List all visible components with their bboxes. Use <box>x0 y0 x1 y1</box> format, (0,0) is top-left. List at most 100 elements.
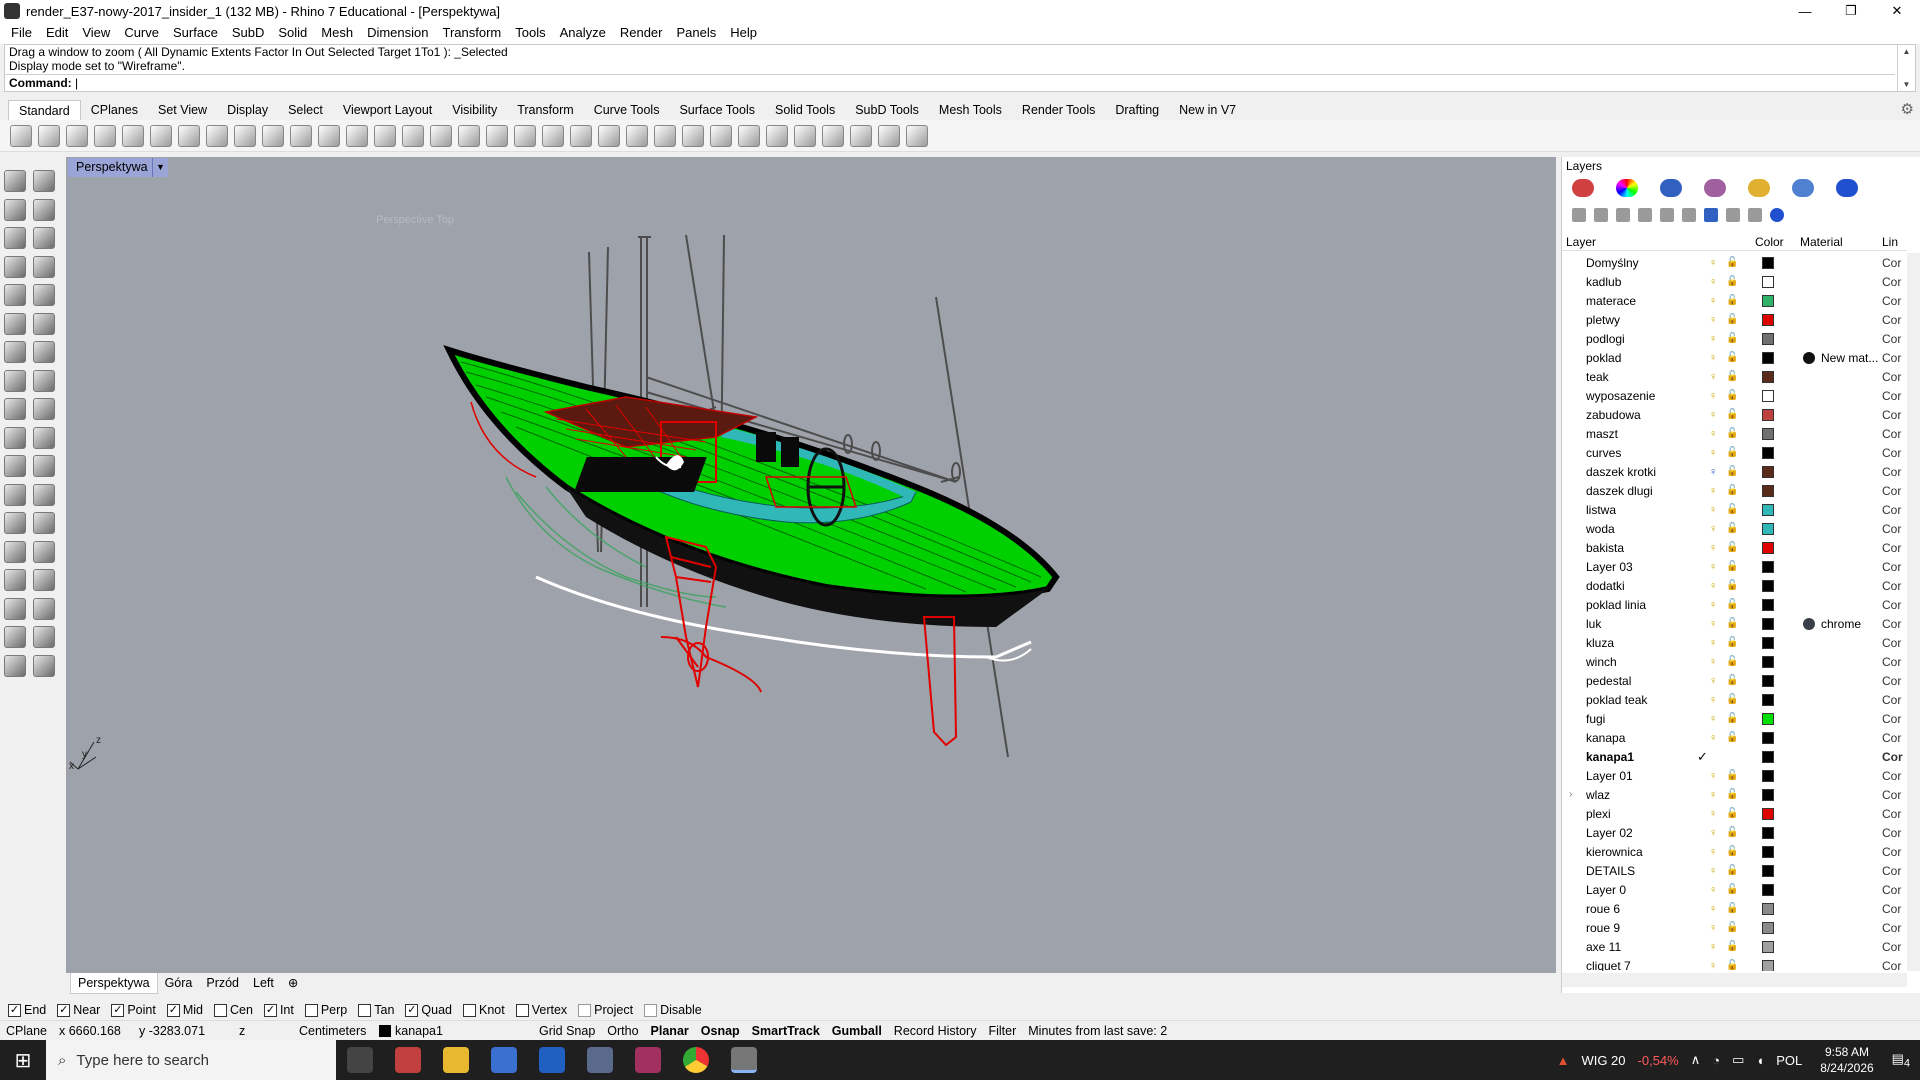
layer-name[interactable]: DETAILS <box>1586 864 1706 878</box>
lock-icon[interactable]: 🔓 <box>1726 694 1738 706</box>
layer-linetype[interactable]: Cor <box>1882 332 1901 346</box>
scroll-up-icon[interactable]: ▲ <box>1903 47 1911 56</box>
layer-linetype[interactable]: Cor <box>1882 370 1901 384</box>
layer-row[interactable]: materace ♀ 🔓 Cor <box>1562 291 1907 310</box>
visibility-bulb-icon[interactable]: ♀ <box>1709 865 1719 877</box>
layer-linetype[interactable]: Cor <box>1882 541 1901 555</box>
explode-icon[interactable] <box>33 398 55 420</box>
layer-color-swatch[interactable] <box>1762 256 1774 269</box>
menu-file[interactable]: File <box>4 22 39 44</box>
taskbar-search[interactable]: ⌕ Type here to search <box>46 1040 336 1080</box>
view-tab-góra[interactable]: Góra <box>158 973 200 993</box>
lock-icon[interactable]: 🔓 <box>1726 447 1738 459</box>
layer-name[interactable]: poklad <box>1586 351 1706 365</box>
lock-icon[interactable]: 🔓 <box>1726 770 1738 782</box>
osnap-checkbox[interactable]: ✓ <box>166 1003 180 1017</box>
visibility-bulb-icon[interactable]: ♀ <box>1709 485 1719 497</box>
layer-color-swatch[interactable] <box>1762 351 1774 364</box>
osnap-point[interactable]: ✓ Point <box>111 1003 156 1017</box>
layer-linetype[interactable]: Cor <box>1882 864 1901 878</box>
layer-row[interactable]: roue 6 ♀ 🔓 Cor <box>1562 899 1907 918</box>
open-file-icon[interactable] <box>38 124 60 147</box>
rhino-taskbar-icon[interactable] <box>731 1047 757 1073</box>
filter-icon[interactable] <box>1704 208 1718 222</box>
lock-icon[interactable]: 🔓 <box>1726 656 1738 668</box>
lock-icon[interactable]: 🔓 <box>1726 466 1738 478</box>
textures-tab-icon[interactable] <box>1704 179 1726 197</box>
visibility-bulb-icon[interactable]: ♀ <box>1709 504 1719 516</box>
layer-color-swatch[interactable] <box>1762 750 1774 763</box>
layer-linetype[interactable]: Cor <box>1882 503 1901 517</box>
osnap-quad[interactable]: ✓ Quad <box>405 1003 452 1017</box>
clock[interactable]: 9:58 AM 8/24/2026 <box>1820 1044 1873 1076</box>
maximize-button[interactable]: ❐ <box>1828 0 1874 22</box>
layer-linetype[interactable]: Cor <box>1882 788 1901 802</box>
check-icon[interactable] <box>33 626 55 648</box>
layer-name[interactable]: podlogi <box>1586 332 1706 346</box>
layer-color-swatch[interactable] <box>1762 560 1774 573</box>
osnap-project[interactable]: Project <box>578 1003 633 1017</box>
visibility-bulb-icon[interactable]: ♀ <box>1709 770 1719 782</box>
layer-linetype[interactable]: Cor <box>1882 902 1901 916</box>
menu-mesh[interactable]: Mesh <box>314 22 360 44</box>
osnap-end[interactable]: ✓ End <box>8 1003 46 1017</box>
lock-icon[interactable]: 🔓 <box>1726 276 1738 288</box>
layer-linetype[interactable]: Cor <box>1882 636 1901 650</box>
layer-color-swatch[interactable] <box>1762 579 1774 592</box>
osnap-vertex[interactable]: Vertex <box>515 1003 567 1017</box>
light-bulb-icon[interactable] <box>33 654 55 677</box>
layer-row[interactable]: kadlub ♀ 🔓 Cor <box>1562 272 1907 291</box>
record-history-toggle[interactable]: Record History <box>888 1024 983 1038</box>
visibility-bulb-icon[interactable]: ♀ <box>1709 618 1719 630</box>
lock-icon[interactable]: 🔓 <box>1726 257 1738 269</box>
polygon-icon[interactable] <box>4 255 26 278</box>
rotate-view-icon[interactable] <box>430 124 452 147</box>
fillet-icon[interactable] <box>33 284 55 306</box>
visibility-bulb-icon[interactable]: ♀ <box>1709 827 1719 839</box>
lock-icon[interactable]: 🔓 <box>1726 618 1738 630</box>
tab-drafting[interactable]: Drafting <box>1105 100 1169 120</box>
visibility-bulb-icon[interactable]: ♀ <box>1709 447 1719 459</box>
move-down-icon[interactable] <box>1660 208 1674 222</box>
osnap-checkbox[interactable] <box>644 1003 658 1017</box>
add-view-tab-icon[interactable]: ⊕ <box>281 973 305 993</box>
layer-name[interactable]: daszek krotki <box>1586 465 1706 479</box>
layer-row[interactable]: cliquet 7 ♀ 🔓 Cor <box>1562 956 1907 971</box>
layer-linetype[interactable]: Cor <box>1882 446 1901 460</box>
lock-icon[interactable]: 🔓 <box>1726 542 1738 554</box>
lock-icon[interactable]: 🔓 <box>1726 599 1738 611</box>
tab-set-view[interactable]: Set View <box>148 100 217 120</box>
units-label[interactable]: Centimeters <box>293 1024 373 1038</box>
outlook-icon[interactable] <box>539 1047 565 1073</box>
filter-icon[interactable] <box>794 124 816 147</box>
menu-curve[interactable]: Curve <box>117 22 166 44</box>
grid-snap-toggle[interactable]: Grid Snap <box>533 1024 601 1038</box>
layer-color-swatch[interactable] <box>1762 902 1774 915</box>
pan-hand-icon[interactable] <box>262 124 284 147</box>
layer-row[interactable]: maszt ♀ 🔓 Cor <box>1562 424 1907 443</box>
layer-color-swatch[interactable] <box>1762 446 1774 459</box>
layer-color-swatch[interactable] <box>1762 807 1774 820</box>
column-linetype[interactable]: Lin <box>1882 235 1898 249</box>
visibility-bulb-icon[interactable]: ♀ <box>1709 808 1719 820</box>
layer-linetype[interactable]: Cor <box>1882 313 1901 327</box>
delete-icon[interactable] <box>1616 208 1630 222</box>
lock-icon[interactable]: 🔓 <box>1726 333 1738 345</box>
column-layer[interactable]: Layer <box>1566 235 1596 249</box>
filter-toggle[interactable]: Filter <box>982 1024 1022 1038</box>
input-language[interactable]: POL <box>1776 1053 1802 1068</box>
layer-row[interactable]: kluza ♀ 🔓 Cor <box>1562 633 1907 652</box>
lock-icon[interactable]: 🔓 <box>1726 827 1738 839</box>
visibility-bulb-icon[interactable]: ♀ <box>1709 257 1719 269</box>
layer-row[interactable]: DETAILS ♀ 🔓 Cor <box>1562 861 1907 880</box>
layer-color-swatch[interactable] <box>1762 940 1774 953</box>
layer-name[interactable]: poklad teak <box>1586 693 1706 707</box>
layer-color-swatch[interactable] <box>1762 712 1774 725</box>
layer-linetype[interactable]: Cor <box>1882 275 1901 289</box>
tab-visibility[interactable]: Visibility <box>442 100 507 120</box>
task-view-icon[interactable] <box>347 1047 373 1073</box>
visibility-bulb-icon[interactable]: ♀ <box>1709 314 1719 326</box>
osnap-disable[interactable]: Disable <box>644 1003 702 1017</box>
osnap-int[interactable]: ✓ Int <box>263 1003 294 1017</box>
layer-color-swatch[interactable] <box>1762 769 1774 782</box>
